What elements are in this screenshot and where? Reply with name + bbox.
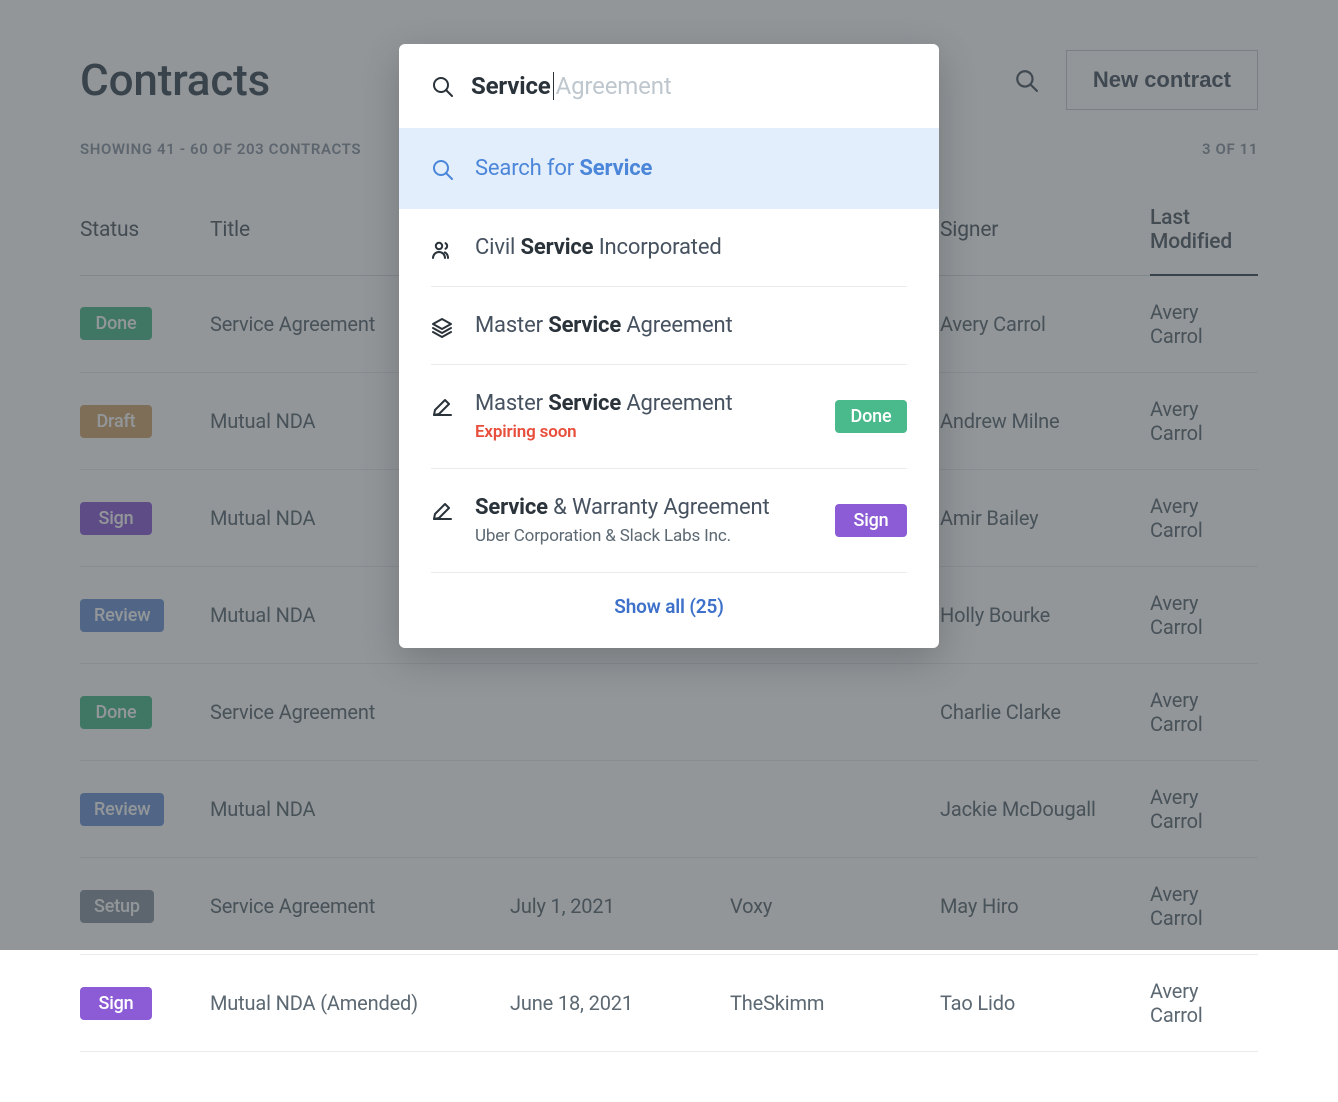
result-subtext: Expiring soon [475, 422, 813, 442]
edit-icon [431, 495, 453, 520]
search-input-row[interactable]: Service Agreement [399, 44, 939, 128]
status-badge: Sign [80, 987, 152, 1020]
search-for-row[interactable]: Search for Service [399, 128, 939, 209]
people-icon [431, 235, 453, 260]
table-row[interactable]: Sign Mutual NDA (Amended)June 18, 2021The… [80, 955, 1258, 1052]
status-badge: Sign [835, 504, 907, 537]
search-suggestion-text: Agreement [556, 72, 672, 100]
search-icon [431, 75, 453, 97]
edit-icon [431, 391, 453, 416]
cell-date: June 18, 2021 [510, 955, 730, 1052]
search-input[interactable]: Service Agreement [471, 72, 672, 100]
search-for-label: Search for Service [475, 156, 652, 181]
show-all-button[interactable]: Show all (25) [399, 573, 939, 648]
cell-signer: Tao Lido [940, 955, 1150, 1052]
result-subtext: Uber Corporation & Slack Labs Inc. [475, 526, 813, 546]
result-text: Master Service Agreement [475, 313, 907, 338]
search-panel: Service Agreement Search for Service Civ… [399, 44, 939, 648]
result-text: Civil Service Incorporated [475, 235, 907, 260]
cell-last-modified: Avery Carrol [1150, 955, 1258, 1052]
search-icon [431, 158, 453, 180]
result-text: Master Service AgreementExpiring soon [475, 391, 813, 442]
text-cursor [553, 72, 554, 100]
search-result-row[interactable]: Master Service Agreement [431, 287, 907, 365]
search-result-row[interactable]: Service & Warranty AgreementUber Corpora… [431, 469, 907, 573]
cell-title: Mutual NDA (Amended) [210, 955, 510, 1052]
search-typed-text: Service [471, 72, 551, 100]
stack-icon [431, 313, 453, 338]
result-text: Service & Warranty AgreementUber Corpora… [475, 495, 813, 546]
cell-party: TheSkimm [730, 955, 940, 1052]
search-result-row[interactable]: Master Service AgreementExpiring soon Don… [431, 365, 907, 469]
status-badge: Done [835, 400, 907, 433]
search-result-row[interactable]: Civil Service Incorporated [431, 209, 907, 287]
search-results-list: Civil Service Incorporated Master Service… [399, 209, 939, 573]
